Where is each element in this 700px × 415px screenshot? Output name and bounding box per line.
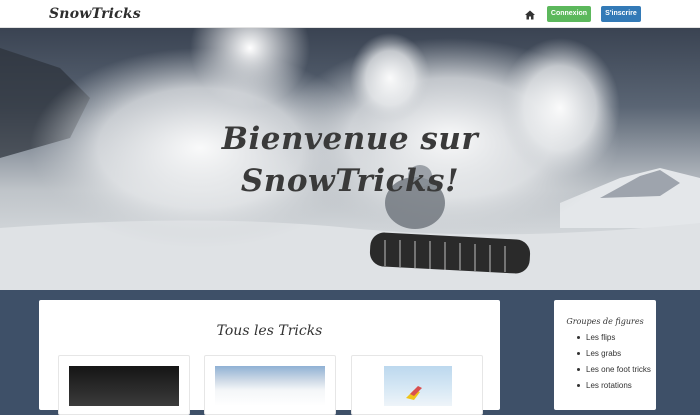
- hero-title-line1: Bienvenue sur: [221, 121, 479, 157]
- trick-image[interactable]: [384, 366, 452, 406]
- sidebar-item-one-foot-tricks[interactable]: Les one foot tricks: [572, 364, 652, 375]
- hero-title-line2: SnowTricks!: [240, 163, 460, 199]
- sidebar-item-flips[interactable]: Les flips: [572, 332, 652, 343]
- sidebar-title: Groupes de figures: [566, 317, 644, 326]
- figure-groups-list: Les flips Les grabs Les one foot tricks …: [572, 332, 652, 396]
- trick-card[interactable]: [204, 355, 336, 415]
- sidebar-item-rotations[interactable]: Les rotations: [572, 380, 652, 391]
- login-button[interactable]: Connexion: [547, 6, 591, 22]
- brand-logo[interactable]: SnowTricks: [49, 6, 141, 22]
- sidebar-item-grabs[interactable]: Les grabs: [572, 348, 652, 359]
- navbar: SnowTricks Connexion S'inscrire: [0, 0, 700, 28]
- home-icon[interactable]: [524, 8, 536, 20]
- trick-card[interactable]: [58, 355, 190, 415]
- register-button[interactable]: S'inscrire: [601, 6, 641, 22]
- hero-banner: Bienvenue sur SnowTricks!: [0, 28, 700, 290]
- trick-image[interactable]: [215, 366, 325, 406]
- section-title: Tous les Tricks: [216, 323, 323, 339]
- hero-title: Bienvenue sur SnowTricks!: [0, 118, 700, 202]
- tricks-section: Tous les Tricks: [39, 300, 500, 415]
- trick-image[interactable]: [69, 366, 179, 406]
- trick-card[interactable]: [351, 355, 483, 415]
- figure-groups-sidebar: Groupes de figures Les flips Les grabs L…: [554, 300, 656, 410]
